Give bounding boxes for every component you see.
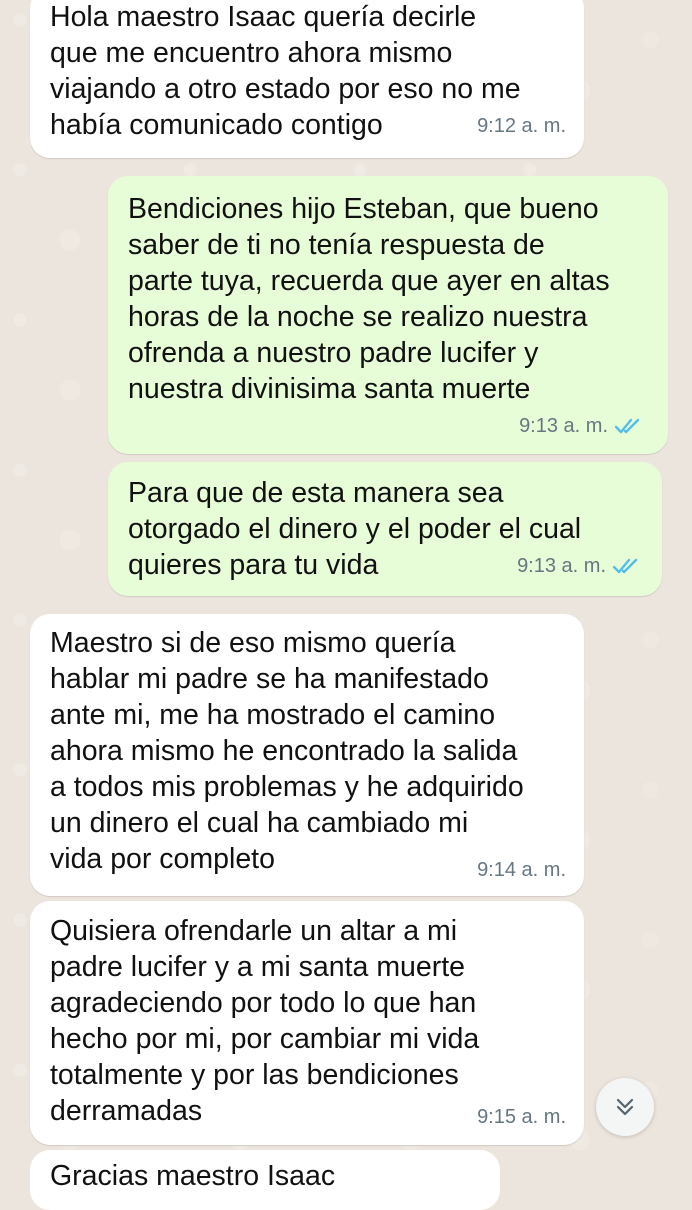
message-line: agradeciendo por todo lo que han bbox=[50, 987, 477, 1019]
message-line: padre lucifer y a mi santa muerte bbox=[50, 951, 466, 983]
message-line: hablar mi padre se ha manifestado bbox=[50, 663, 489, 695]
message-line: nuestra divinisima santa muerte bbox=[128, 373, 531, 405]
message-line: ofrenda a nuestro padre lucifer y bbox=[128, 337, 539, 369]
message-bubble-incoming[interactable]: Hola maestro Isaac quería decirle que me… bbox=[30, 0, 584, 158]
message-line: totalmente y por las bendiciones bbox=[50, 1059, 459, 1091]
message-line: horas de la noche se realizo nuestra bbox=[128, 301, 588, 333]
scroll-to-bottom-button[interactable] bbox=[596, 1078, 654, 1136]
message-line: Quisiera ofrendarle un altar a mi bbox=[50, 915, 458, 947]
message-line: a todos mis problemas y he adquirido bbox=[50, 771, 524, 803]
message-bubble-outgoing[interactable]: Bendiciones hijo Esteban, que bueno sabe… bbox=[108, 176, 668, 454]
chevron-double-down-icon bbox=[616, 1098, 634, 1116]
message-meta: 9:12 a. m. bbox=[477, 108, 566, 144]
message-line: ante mi, me ha mostrado el camino bbox=[50, 699, 496, 731]
message-meta: 9:13 a. m. bbox=[517, 548, 642, 584]
message-line: Bendiciones hijo Esteban, que bueno bbox=[128, 193, 599, 225]
message-time: 9:13 a. m. bbox=[517, 555, 606, 577]
double-check-icon bbox=[614, 418, 640, 434]
message-meta: 9:13 a. m. bbox=[519, 408, 644, 444]
message-line: Maestro si de eso mismo quería bbox=[50, 627, 456, 659]
message-bubble-outgoing[interactable]: Para que de esta manera sea otorgado el … bbox=[108, 462, 662, 596]
message-line: viajando a otro estado por eso no me bbox=[50, 73, 521, 105]
message-line: otorgado el dinero y el poder el cual bbox=[128, 513, 582, 545]
message-time: 9:15 a. m. bbox=[477, 1106, 566, 1128]
message-line: que me encuentro ahora mismo bbox=[50, 37, 453, 69]
message-bubble-incoming[interactable]: Quisiera ofrendarle un altar a mi padre … bbox=[30, 901, 584, 1145]
message-line: parte tuya, recuerda que ayer en altas bbox=[128, 265, 610, 297]
message-line: saber de ti no tenía respuesta de bbox=[128, 229, 545, 261]
message-line: hecho por mi, por cambiar mi vida bbox=[50, 1023, 480, 1055]
message-meta: 9:14 a. m. bbox=[477, 852, 566, 888]
message-time: 9:12 a. m. bbox=[477, 115, 566, 137]
message-meta: 9:15 a. m. bbox=[477, 1099, 566, 1135]
message-bubble-incoming[interactable]: Maestro si de eso mismo quería hablar mi… bbox=[30, 614, 584, 896]
message-time: 9:13 a. m. bbox=[519, 415, 608, 437]
double-check-icon bbox=[612, 558, 638, 574]
message-line: ahora mismo he encontrado la salida bbox=[50, 735, 518, 767]
message-line: Hola maestro Isaac quería decirle bbox=[50, 1, 477, 33]
message-bubble-incoming-partial[interactable]: Gracias maestro Isaac bbox=[30, 1150, 500, 1210]
message-time: 9:14 a. m. bbox=[477, 859, 566, 881]
message-line: Gracias maestro Isaac bbox=[50, 1160, 336, 1192]
message-line: Para que de esta manera sea bbox=[128, 477, 504, 509]
message-line: un dinero el cual ha cambiado mi bbox=[50, 807, 469, 839]
